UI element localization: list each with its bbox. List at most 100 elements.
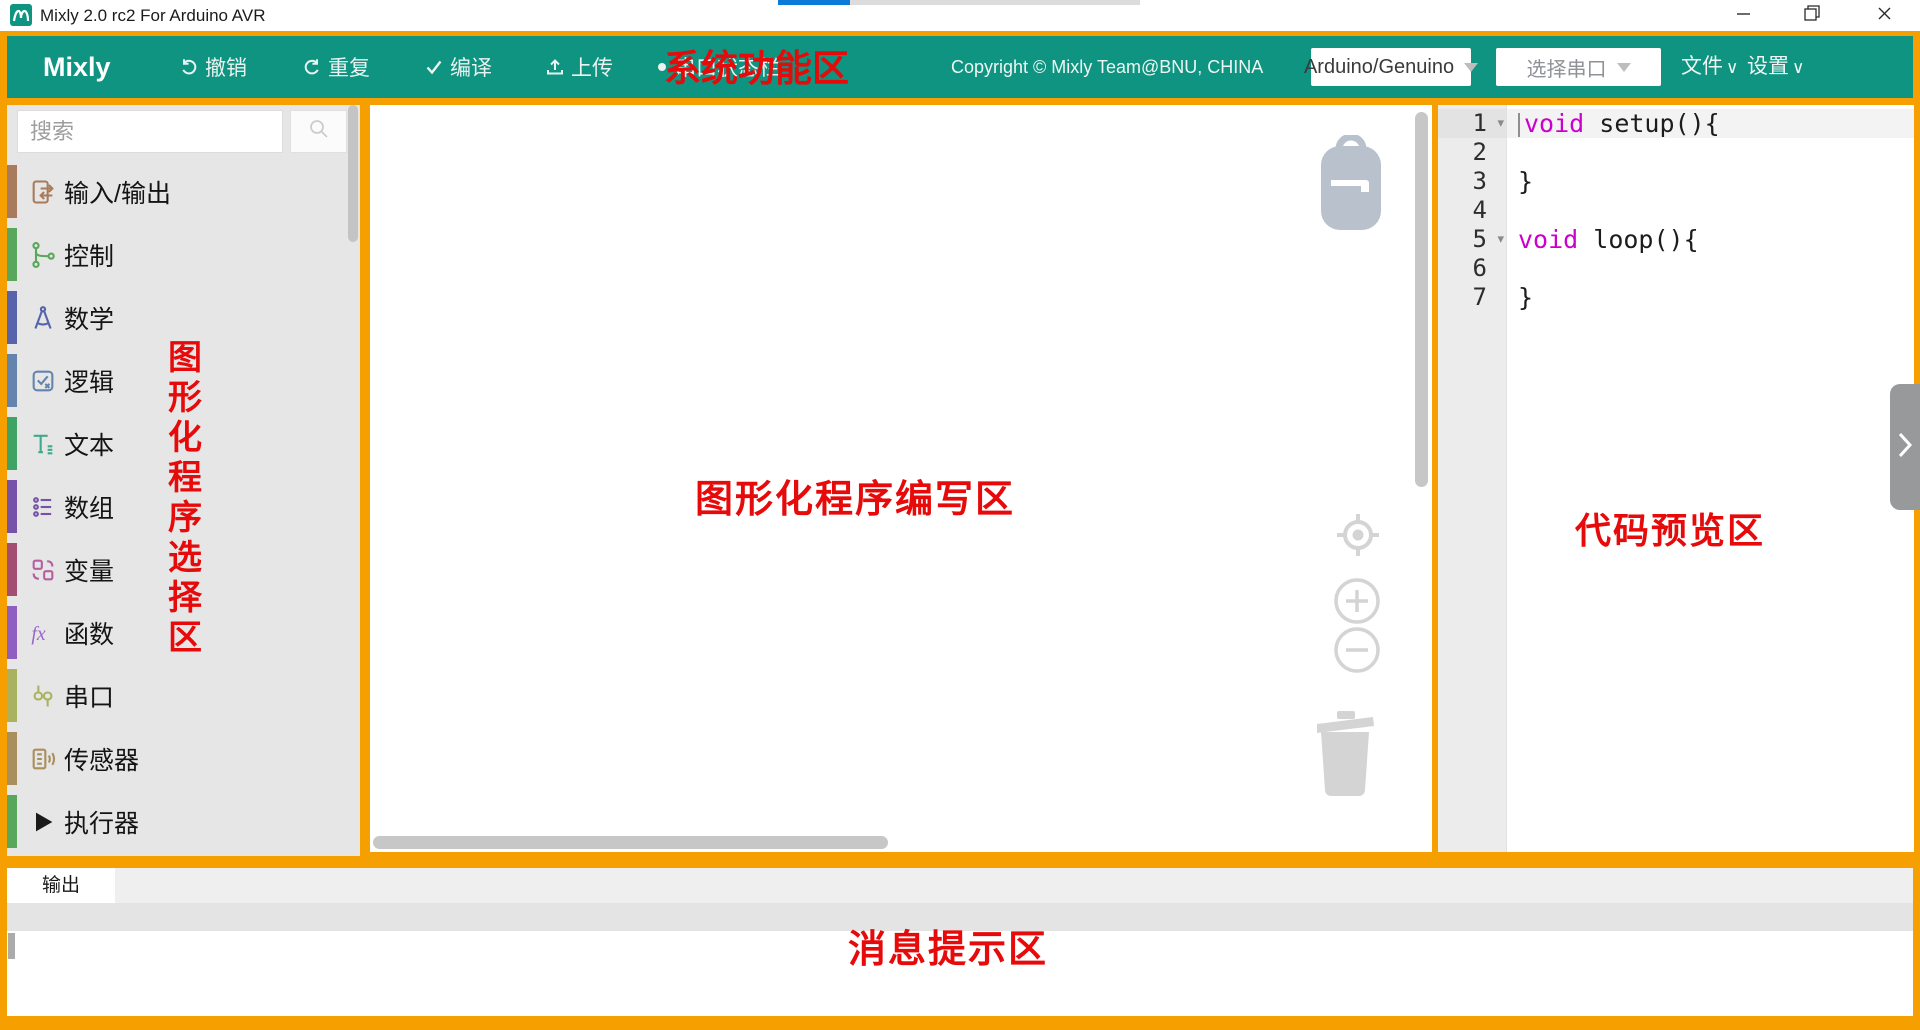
sidebar-item-logic[interactable]: 逻辑 [7,349,347,412]
title-bar: Mixly 2.0 rc2 For Arduino AVR [0,0,1920,31]
brand-label: Mixly [43,36,111,98]
search-button[interactable] [290,110,347,153]
output-scrollbar[interactable] [8,933,15,959]
line-number: 5▾ [1438,225,1507,254]
panel-collapse-handle[interactable] [1890,384,1920,510]
chevron-down-icon: ∨ [1792,58,1804,77]
category-color-bar [7,165,17,218]
upload-icon [545,57,565,77]
port-select-value: 选择串口 [1527,53,1607,82]
category-color-bar [7,417,17,470]
variable-icon [29,556,57,584]
sidebar-item-actuator[interactable]: 执行器 [7,790,347,853]
message-output-area[interactable] [7,931,1913,1016]
line-number: 3 [1438,167,1507,196]
port-select[interactable]: 选择串口 [1496,48,1661,86]
category-color-bar [7,480,17,533]
category-label: 执行器 [64,804,139,840]
sidebar-item-control[interactable]: 控制 [7,223,347,286]
menu-settings[interactable]: 设置∨ [1747,36,1804,99]
minimize-button[interactable] [1720,0,1766,31]
category-color-bar [7,669,17,722]
sidebar-item-text[interactable]: 文本 [7,412,347,475]
app-window: Mixly 2.0 rc2 For Arduino AVR Mixly 撤销 重复… [0,0,1920,1030]
sidebar-item-sensor[interactable]: 传感器 [7,727,347,790]
minus-icon [1333,626,1381,674]
io-icon [29,178,57,206]
serial-icon [29,682,57,710]
toolbar-undo-button[interactable]: 撤销 [179,36,247,98]
undo-icon [179,57,199,77]
sidebar-item-math[interactable]: 数学 [7,286,347,349]
zoom-out-button[interactable] [1333,626,1381,679]
zoom-in-button[interactable] [1333,577,1381,630]
category-label: 传感器 [64,741,139,777]
category-label: 变量 [64,552,114,588]
code-text: void loop(){ [1507,225,1914,254]
code-text: } [1507,167,1914,196]
search-input[interactable] [17,110,283,153]
array-icon [29,493,57,521]
trash-icon[interactable] [1312,708,1378,803]
search-icon [307,117,331,146]
toolbar-item-label: 撤销 [205,52,247,82]
code-line: 6 [1438,254,1914,283]
function-icon: fx [29,619,57,647]
category-color-bar [7,354,17,407]
sidebar-item-variable[interactable]: 变量 [7,538,347,601]
restore-icon [1804,5,1820,26]
sidebar-item-serial[interactable]: 串口 [7,664,347,727]
toolbar-compile-button[interactable]: 编译 [424,36,492,98]
toolbar-item-label: 重复 [328,52,370,82]
board-select-value: Arduino/Genuino [1304,56,1454,79]
code-line: 3} [1438,167,1914,196]
check-icon [424,57,444,77]
tab-output[interactable]: 输出 [7,868,115,903]
control-icon [29,241,57,269]
menu-file[interactable]: 文件∨ [1681,36,1738,99]
code-preview-panel[interactable]: 1▾void setup(){23}45▾void loop(){67} [1438,105,1914,852]
chevron-down-icon [1617,63,1631,72]
sidebar-scrollbar[interactable] [348,105,358,242]
toolbar-item-label: 编译 [450,52,492,82]
toolbar-item-label: 上传 [571,52,613,82]
fold-toggle-icon[interactable]: ▾ [1497,109,1504,138]
center-view-button[interactable] [1334,511,1382,564]
code-text: void setup(){ [1507,109,1914,138]
restore-button[interactable] [1789,0,1835,31]
text-cursor [1518,113,1520,137]
blockly-workspace[interactable] [370,105,1432,852]
fold-toggle-icon[interactable]: ▾ [1497,225,1504,254]
chevron-down-icon: ∨ [1726,58,1738,77]
toolbar-serial-status-button[interactable]: 串口状态栏 [655,36,780,98]
toolbar-upload-button[interactable]: 上传 [545,36,613,98]
line-number: 7 [1438,283,1507,312]
window-title: Mixly 2.0 rc2 For Arduino AVR [40,0,266,31]
text-icon [29,430,57,458]
category-label: 逻辑 [64,363,114,399]
minimize-icon [1736,6,1751,26]
code-line: 5▾void loop(){ [1438,225,1914,254]
canvas-vertical-scrollbar[interactable] [1415,112,1428,487]
board-select[interactable]: Arduino/Genuino [1311,48,1471,86]
close-button[interactable] [1861,0,1907,31]
category-color-bar [7,291,17,344]
sidebar-item-function[interactable]: fx函数 [7,601,347,664]
sidebar-item-array[interactable]: 数组 [7,475,347,538]
output-tab-bar: 输出 [7,868,1913,903]
svg-text:fx: fx [31,623,46,645]
code-text [1507,138,1914,167]
line-number: 2 [1438,138,1507,167]
output-toolbar-strip [7,903,1913,931]
canvas-horizontal-scrollbar[interactable] [373,836,888,849]
code-line: 2 [1438,138,1914,167]
target-icon [1334,511,1382,559]
toolbar-redo-button[interactable]: 重复 [302,36,370,98]
code-text [1507,254,1914,283]
close-icon [1877,6,1892,26]
sidebar-item-io[interactable]: 输入/输出 [7,160,347,223]
sensor-icon [29,745,57,773]
block-palette-sidebar: 输入/输出控制数学逻辑文本数组变量 fx函数串口传感器执行器 [7,105,360,856]
backpack-icon[interactable] [1320,135,1382,235]
category-label: 输入/输出 [64,174,171,210]
